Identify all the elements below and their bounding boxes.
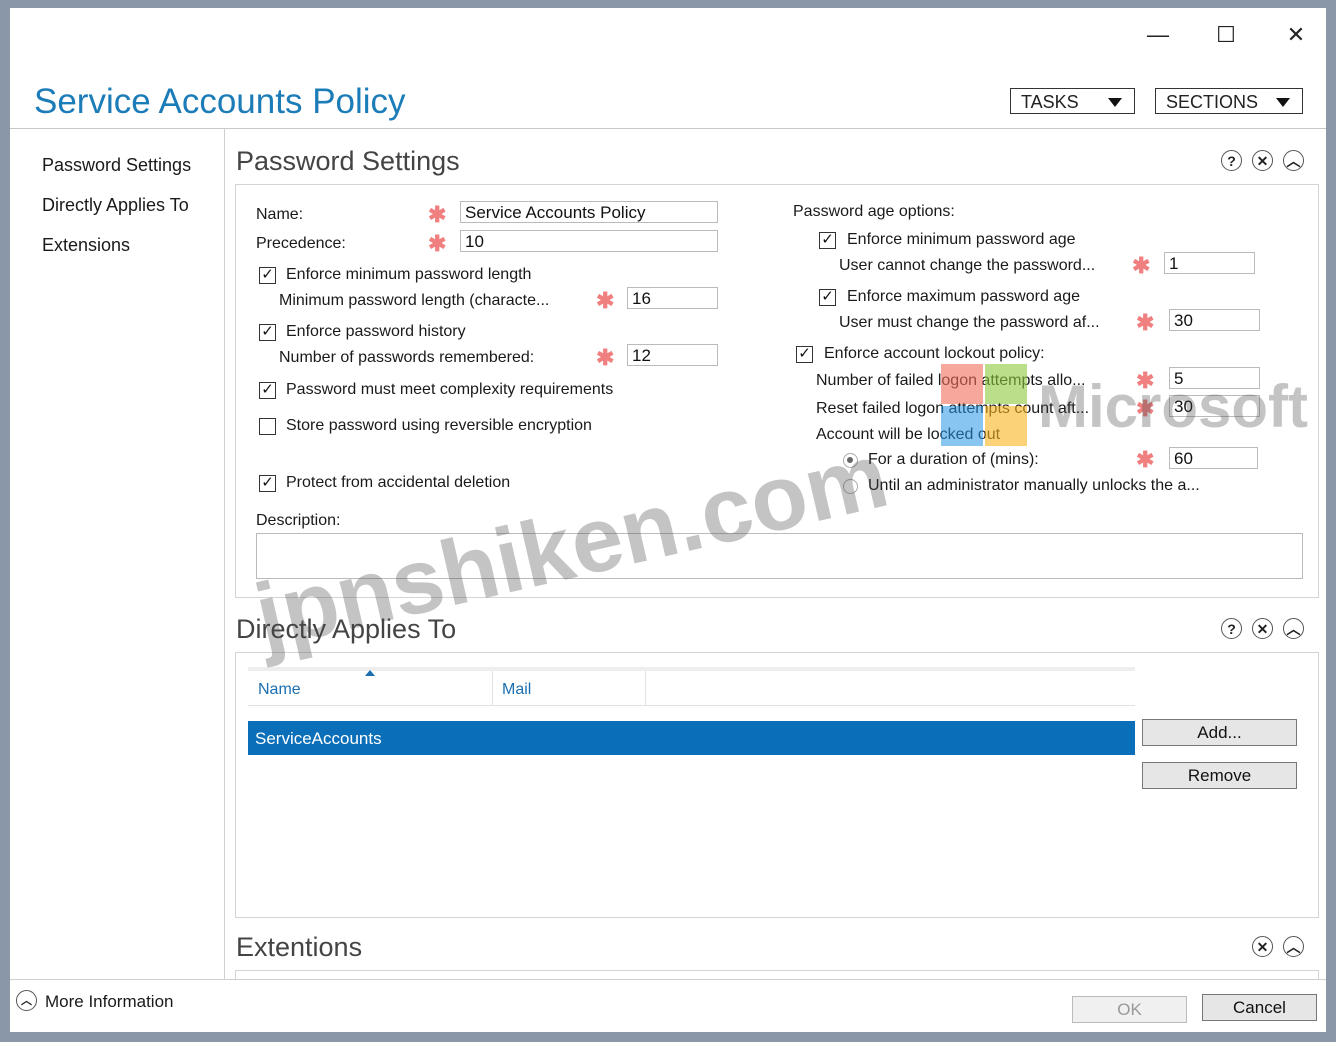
reversible-encryption-checkbox[interactable] xyxy=(259,418,276,435)
logo-square-red xyxy=(941,364,983,404)
required-icon: ✱ xyxy=(428,231,447,256)
collapse-icon[interactable]: ︿ xyxy=(1283,618,1304,639)
close-section-icon[interactable]: ✕ xyxy=(1252,618,1273,639)
column-name-header[interactable]: Name xyxy=(258,681,301,699)
history-field[interactable]: 12 xyxy=(627,344,718,366)
precedence-field[interactable]: 10 xyxy=(460,230,718,252)
close-button[interactable]: ✕ xyxy=(1276,22,1316,48)
sections-label: SECTIONS xyxy=(1166,92,1259,112)
failed-attempts-field[interactable]: 5 xyxy=(1169,367,1260,389)
min-age-label: User cannot change the password... xyxy=(839,257,1096,274)
minimize-button[interactable]: — xyxy=(1138,22,1178,48)
column-divider xyxy=(492,671,493,705)
enforce-history-label: Enforce password history xyxy=(286,323,466,340)
max-age-field[interactable]: 30 xyxy=(1169,309,1260,331)
page-title: Service Accounts Policy xyxy=(34,82,406,121)
extensions-panel xyxy=(235,970,1319,979)
required-icon: ✱ xyxy=(1136,396,1155,421)
enforce-min-length-checkbox[interactable]: ✓ xyxy=(259,267,276,284)
help-icon[interactable]: ? xyxy=(1221,150,1242,171)
duration-label: For a duration of (mins): xyxy=(868,451,1039,468)
enforce-max-age-checkbox[interactable]: ✓ xyxy=(819,289,836,306)
max-age-label: User must change the password af... xyxy=(839,314,1100,331)
description-field[interactable] xyxy=(256,533,1303,579)
footer-divider xyxy=(10,979,1326,980)
collapse-icon[interactable]: ︿ xyxy=(1283,936,1304,957)
enforce-max-age-label: Enforce maximum password age xyxy=(847,288,1080,305)
enforce-min-age-label: Enforce minimum password age xyxy=(847,231,1076,248)
dropdown-arrow-icon xyxy=(1108,98,1122,107)
min-length-label: Minimum password length (characte... xyxy=(279,292,550,309)
tasks-label: TASKS xyxy=(1021,92,1079,112)
help-icon[interactable]: ? xyxy=(1221,618,1242,639)
column-mail-header[interactable]: Mail xyxy=(502,681,531,699)
logo-square-blue xyxy=(941,406,983,446)
reset-count-field[interactable]: 30 xyxy=(1169,395,1260,417)
until-admin-radio[interactable] xyxy=(843,479,858,494)
complexity-label: Password must meet complexity requiremen… xyxy=(286,381,614,398)
row-name-cell: ServiceAccounts xyxy=(255,729,382,748)
dropdown-arrow-icon xyxy=(1276,98,1290,107)
nav-item-password-settings[interactable]: Password Settings xyxy=(42,155,191,176)
duration-radio[interactable] xyxy=(843,453,858,468)
sort-ascending-icon xyxy=(365,670,375,676)
complexity-checkbox[interactable]: ✓ xyxy=(259,382,276,399)
add-button[interactable]: Add... xyxy=(1142,719,1297,746)
nav-item-extensions[interactable]: Extensions xyxy=(42,235,130,256)
min-age-field[interactable]: 1 xyxy=(1164,252,1255,274)
section-title-password-settings: Password Settings xyxy=(236,146,460,176)
password-settings-panel: Name: ✱ Service Accounts Policy Preceden… xyxy=(235,184,1319,598)
maximize-button[interactable]: ☐ xyxy=(1206,22,1246,48)
required-icon: ✱ xyxy=(596,288,615,313)
table-row[interactable]: ServiceAccounts xyxy=(248,721,1135,755)
protect-deletion-checkbox[interactable]: ✓ xyxy=(259,475,276,492)
required-icon: ✱ xyxy=(428,202,447,227)
until-admin-label: Until an administrator manually unlocks … xyxy=(868,477,1200,494)
reversible-encryption-label: Store password using reversible encrypti… xyxy=(286,417,592,434)
enforce-history-checkbox[interactable]: ✓ xyxy=(259,324,276,341)
close-section-icon[interactable]: ✕ xyxy=(1252,150,1273,171)
more-information-link[interactable]: More Information xyxy=(45,992,174,1012)
required-icon: ✱ xyxy=(1136,447,1155,472)
protect-deletion-label: Protect from accidental deletion xyxy=(286,474,511,491)
history-label: Number of passwords remembered: xyxy=(279,349,535,366)
description-label: Description: xyxy=(256,512,341,529)
logo-square-yellow xyxy=(985,406,1027,446)
enforce-lockout-checkbox[interactable]: ✓ xyxy=(796,346,813,363)
enforce-lockout-label: Enforce account lockout policy: xyxy=(824,345,1045,362)
expand-more-info-icon[interactable]: ︿ xyxy=(16,990,37,1011)
section-title-extensions: Extentions xyxy=(236,932,363,962)
cancel-button[interactable]: Cancel xyxy=(1202,994,1317,1021)
age-options-label: Password age options: xyxy=(793,203,955,220)
collapse-icon[interactable]: ︿ xyxy=(1283,150,1304,171)
ok-button[interactable]: OK xyxy=(1072,996,1187,1023)
name-field[interactable]: Service Accounts Policy xyxy=(460,201,718,223)
enforce-min-length-label: Enforce minimum password length xyxy=(286,266,532,283)
min-length-field[interactable]: 16 xyxy=(627,287,718,309)
remove-button[interactable]: Remove xyxy=(1142,762,1297,789)
enforce-min-age-checkbox[interactable]: ✓ xyxy=(819,232,836,249)
column-divider xyxy=(645,671,646,705)
required-icon: ✱ xyxy=(1136,310,1155,335)
required-icon: ✱ xyxy=(1136,368,1155,393)
nav-item-directly-applies-to[interactable]: Directly Applies To xyxy=(42,195,189,216)
required-icon: ✱ xyxy=(1132,253,1151,278)
tasks-dropdown[interactable]: TASKS xyxy=(1010,88,1135,114)
precedence-label: Precedence: xyxy=(256,235,346,252)
section-nav: Password Settings Directly Applies To Ex… xyxy=(10,129,225,979)
duration-field[interactable]: 60 xyxy=(1169,447,1258,469)
directly-applies-panel: Name Mail ServiceAccounts Add... Remove xyxy=(235,652,1319,918)
dialog-window: — ☐ ✕ Service Accounts Policy TASKS SECT… xyxy=(10,8,1326,1032)
list-header: Name Mail xyxy=(248,670,1135,706)
close-section-icon[interactable]: ✕ xyxy=(1252,936,1273,957)
logo-square-green xyxy=(985,364,1027,404)
sections-dropdown[interactable]: SECTIONS xyxy=(1155,88,1303,114)
required-icon: ✱ xyxy=(596,345,615,370)
section-title-directly-applies-to: Directly Applies To xyxy=(236,614,457,644)
group-list: Name Mail ServiceAccounts xyxy=(248,667,1135,917)
name-label: Name: xyxy=(256,206,304,223)
